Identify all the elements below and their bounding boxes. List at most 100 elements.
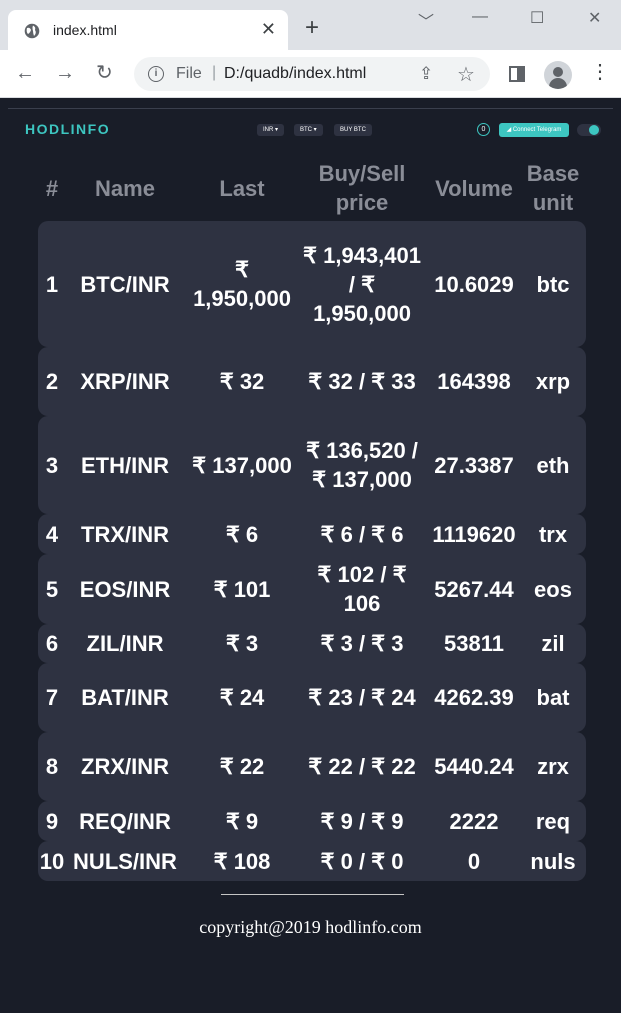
cell-volume: 5267.44 [434, 576, 514, 602]
table-row: 9 REQ/INR ₹ 9 ₹ 9 / ₹ 9 2222 req [38, 801, 586, 841]
cell-index: 9 [45, 808, 59, 834]
cell-last: ₹ 108 [213, 848, 271, 874]
cell-base-unit: btc [536, 271, 570, 297]
cell-base-unit: xrp [535, 369, 571, 394]
header-base-unit: Base unit [526, 161, 580, 215]
header-buy-sell: Buy/Sell price [318, 161, 406, 215]
forward-button[interactable]: → [55, 62, 75, 84]
cell-volume: 5440.24 [434, 754, 514, 779]
tab-close-icon[interactable]: ✕ [261, 19, 276, 39]
cell-volume: 1119620 [432, 521, 516, 547]
tab-search-icon[interactable]: ﹀ [418, 8, 434, 32]
cell-index: 7 [45, 685, 59, 710]
cell-index: 4 [45, 521, 59, 547]
cell-buy-sell: ₹ 6 / ₹ 6 [320, 521, 404, 547]
tab-title: index.html [53, 22, 117, 38]
cell-index: 1 [45, 271, 59, 297]
cell-name: BTC/INR [80, 271, 170, 297]
cell-index: 2 [45, 369, 59, 394]
info-icon[interactable]: i [148, 66, 164, 82]
cell-last: ₹ 24 [219, 685, 265, 710]
cell-buy-sell: ₹ 1,943,401 / ₹ 1,950,000 [303, 242, 421, 326]
cell-last: ₹ 6 [225, 521, 259, 547]
file-label: File [176, 65, 202, 82]
connect-telegram-button[interactable]: ◢ Connect Telegram [499, 123, 569, 137]
profile-avatar[interactable] [544, 61, 572, 89]
logo[interactable]: HODLINFO [25, 121, 110, 137]
cell-base-unit: zrx [537, 754, 569, 779]
theme-toggle[interactable] [577, 124, 601, 136]
cell-index: 6 [45, 631, 59, 656]
cell-buy-sell: ₹ 102 / ₹ 106 [317, 562, 407, 616]
cell-base-unit: eth [536, 452, 570, 478]
header-name: Name [95, 175, 155, 201]
cell-last: ₹ 137,000 [192, 452, 292, 478]
header-last: Last [219, 175, 265, 201]
cell-base-unit: nuls [530, 848, 576, 874]
table-row: 3 ETH/INR ₹ 137,000 ₹ 136,520 / ₹ 137,000 27… [38, 416, 586, 514]
table-row: 8 ZRX/INR ₹ 22 ₹ 22 / ₹ 22 5440.24 zrx [38, 732, 586, 801]
cell-name: TRX/INR [81, 521, 169, 547]
cell-name: BAT/INR [81, 685, 169, 710]
cell-last: ₹ 32 [219, 369, 265, 394]
cell-last: ₹ 9 [225, 808, 259, 834]
table-row: 4 TRX/INR ₹ 6 ₹ 6 / ₹ 6 1119620 trx [38, 514, 586, 554]
table-row: 10 NULS/INR ₹ 108 ₹ 0 / ₹ 0 0 nuls [38, 841, 586, 881]
cell-volume: 0 [467, 848, 481, 874]
cell-base-unit: eos [534, 576, 572, 602]
cell-name: REQ/INR [79, 808, 171, 834]
cell-base-unit: trx [538, 521, 568, 547]
url-separator: | [212, 64, 217, 81]
table-row: 6 ZIL/INR ₹ 3 ₹ 3 / ₹ 3 53811 zil [38, 624, 586, 663]
header-volume: Volume [435, 175, 513, 201]
cell-buy-sell: ₹ 32 / ₹ 33 [308, 369, 416, 394]
browser-tab[interactable]: index.html ✕ [8, 10, 288, 50]
cell-volume: 53811 [444, 631, 504, 656]
cell-buy-sell: ₹ 23 / ₹ 24 [308, 685, 416, 710]
maximize-button[interactable]: ☐ [530, 8, 544, 28]
bookmark-star-icon[interactable]: ☆ [457, 62, 475, 87]
refresh-timer: 0 [477, 123, 490, 136]
cell-base-unit: bat [536, 685, 570, 710]
table-header: # Name Last Buy/Sell price Volume Base unit [38, 158, 586, 218]
side-panel-icon[interactable] [509, 66, 525, 82]
table-row: 7 BAT/INR ₹ 24 ₹ 23 / ₹ 24 4262.39 bat [38, 663, 586, 732]
header-index: # [45, 175, 59, 201]
cell-name: ZIL/INR [86, 631, 164, 656]
footer-divider [221, 894, 404, 895]
cell-name: NULS/INR [73, 848, 177, 874]
cell-buy-sell: ₹ 3 / ₹ 3 [320, 631, 404, 656]
cell-name: ZRX/INR [81, 754, 169, 779]
cell-buy-sell: ₹ 0 / ₹ 0 [320, 848, 404, 874]
cell-volume: 4262.39 [434, 685, 514, 710]
new-tab-button[interactable]: + [305, 16, 319, 40]
minimize-button[interactable]: — [472, 8, 488, 26]
cell-index: 5 [45, 576, 59, 602]
close-window-button[interactable]: ✕ [588, 8, 601, 28]
page-top-divider [8, 108, 613, 109]
back-button[interactable]: ← [15, 62, 35, 84]
cell-volume: 164398 [437, 369, 511, 394]
cell-index: 10 [39, 848, 65, 874]
browser-tabstrip: index.html ✕ + ﹀ — ☐ ✕ [0, 0, 621, 50]
copyright-text: copyright@2019 hodlinfo.com [199, 917, 422, 937]
globe-icon [24, 23, 40, 39]
url-text[interactable]: D:/quadb/index.html [224, 65, 366, 83]
cell-index: 8 [45, 754, 59, 779]
cell-last: ₹ 3 [225, 631, 259, 656]
cell-base-unit: zil [541, 631, 565, 656]
table-row: 5 EOS/INR ₹ 101 ₹ 102 / ₹ 106 5267.44 eos [38, 554, 586, 624]
coin-select[interactable]: BTC ▾ [294, 124, 323, 136]
cell-volume: 27.3387 [434, 452, 514, 478]
cell-last: ₹ 22 [219, 754, 265, 779]
buy-button[interactable]: BUY BTC [334, 124, 372, 136]
cell-base-unit: req [535, 808, 571, 834]
cell-last: ₹ 1,950,000 [193, 257, 291, 311]
address-bar[interactable]: i File | D:/quadb/index.html ⇪ ☆ [134, 57, 490, 91]
browser-toolbar: ← → ↻ i File | D:/quadb/index.html ⇪ ☆ ⋮ [0, 50, 621, 98]
currency-select[interactable]: INR ▾ [257, 124, 285, 136]
share-icon[interactable]: ⇪ [419, 64, 433, 84]
reload-button[interactable]: ↻ [96, 62, 113, 84]
menu-icon[interactable]: ⋮ [590, 62, 610, 82]
cell-name: EOS/INR [79, 576, 171, 602]
